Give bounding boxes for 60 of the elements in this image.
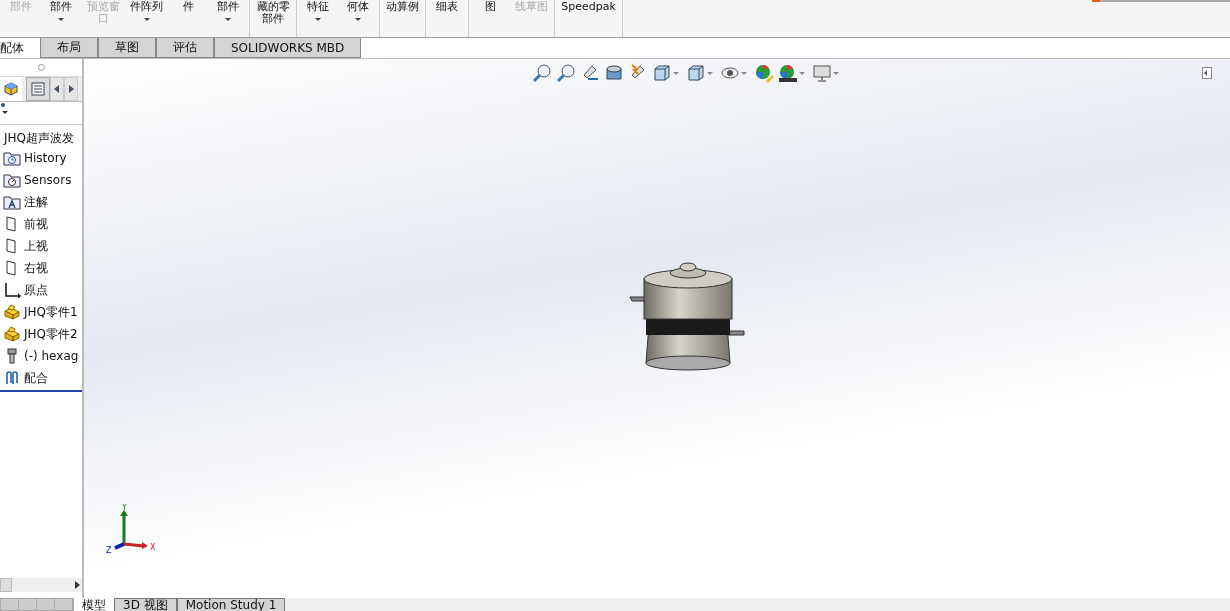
part-icon xyxy=(3,304,22,320)
appearance-icon xyxy=(754,63,774,83)
tree-item[interactable]: 原点 xyxy=(24,281,48,299)
ribbon-button[interactable]: 藏的零部件 xyxy=(254,0,293,26)
axis-label: X xyxy=(150,543,156,552)
tree-item[interactable]: JHQ零件1 xyxy=(24,303,78,321)
tree-root[interactable]: JHQ超声波发 xyxy=(0,125,82,147)
appearance-button[interactable] xyxy=(754,63,774,83)
scroll-right-icon[interactable] xyxy=(75,581,80,589)
ribbon-button[interactable]: 特征 xyxy=(301,0,336,22)
cube-icon[interactable] xyxy=(0,77,22,101)
tree-item[interactable]: Sensors xyxy=(24,173,72,187)
tab[interactable]: 模型 xyxy=(74,598,114,611)
part-icon xyxy=(3,326,22,342)
origin-icon xyxy=(3,282,22,298)
zoom-area-icon xyxy=(556,63,576,83)
axis-triad-drawing xyxy=(114,510,148,550)
tab[interactable]: 3D 视图 xyxy=(114,598,177,611)
sensor-folder-icon xyxy=(3,172,22,188)
tree-item[interactable]: 注解 xyxy=(24,193,48,211)
ribbon-button[interactable]: 图 xyxy=(473,0,508,14)
ribbon-button[interactable]: 动算例 xyxy=(384,0,422,14)
list-icon[interactable] xyxy=(26,77,50,101)
axis-label: Z xyxy=(106,546,112,554)
orientation-icon xyxy=(652,63,672,83)
scroll-left-icon[interactable] xyxy=(50,77,64,101)
annotation-folder-icon xyxy=(3,194,22,210)
tab[interactable]: 草图 xyxy=(98,38,156,58)
display-icon xyxy=(686,63,706,83)
tree-item[interactable]: History xyxy=(24,151,67,165)
scroll-right-icon[interactable] xyxy=(64,77,78,101)
ribbon-button[interactable]: 细表 xyxy=(430,0,465,14)
axis-label: Y xyxy=(122,504,127,512)
ribbon-button[interactable]: 部件 xyxy=(44,0,78,22)
tab[interactable]: Motion Study 1 xyxy=(176,598,286,611)
section-icon xyxy=(604,63,624,83)
ribbon-button[interactable]: 件 xyxy=(171,0,206,14)
tree-item[interactable]: 右视 xyxy=(24,259,48,277)
tree-item[interactable]: 配合 xyxy=(24,369,48,387)
section-button[interactable] xyxy=(604,63,624,83)
ribbon-button[interactable]: 何体 xyxy=(341,0,376,22)
ribbon-button[interactable]: 部件 xyxy=(211,0,246,22)
ribbon-button[interactable]: 件阵列 xyxy=(128,0,166,22)
tab[interactable]: 评估 xyxy=(156,38,214,58)
tree-item[interactable]: 上视 xyxy=(24,237,48,255)
scrollbar-thumb[interactable] xyxy=(0,578,12,592)
monitor-icon xyxy=(812,63,832,83)
tree-item[interactable]: JHQ零件2 xyxy=(24,325,78,343)
zoom-fit-button[interactable] xyxy=(532,63,552,83)
history-folder-icon xyxy=(3,150,22,166)
tree-item[interactable]: 前视 xyxy=(24,215,48,233)
tab[interactable]: 布局 xyxy=(40,38,98,58)
collapse-panel-icon[interactable] xyxy=(1202,67,1212,79)
tree-item[interactable]: (-) hexag xyxy=(24,349,79,363)
scene-icon xyxy=(778,63,798,83)
tab[interactable]: SOLIDWORKS MBD xyxy=(214,38,362,58)
ribbon-button[interactable]: Speedpak xyxy=(559,0,618,14)
zoom-fit-icon xyxy=(532,63,552,83)
horizontal-scrollbar[interactable] xyxy=(0,578,82,592)
zoom-area-button[interactable] xyxy=(556,63,576,83)
